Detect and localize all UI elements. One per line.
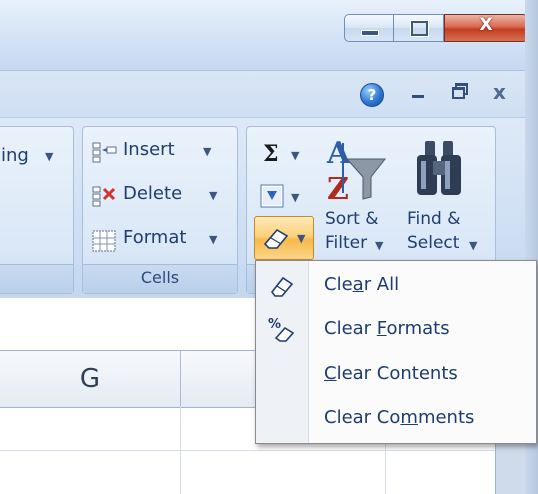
insert-button[interactable]: Insert ▼ [91,139,231,169]
maximize-icon [411,21,428,36]
dropdown-arrow-icon: ▼ [469,239,478,252]
row-gridline [0,450,495,451]
workbook-minimize-icon[interactable] [412,95,424,98]
menu-item-label: Clear Comments [324,407,475,428]
find-select-button[interactable]: Find & Select ▼ [399,133,489,261]
close-button[interactable]: X [444,14,528,42]
sort-filter-button[interactable]: A Z Sort & Filter ▼ [319,133,395,261]
menu-item-label: Clear All [324,274,400,295]
column-divider [180,351,181,407]
menu-item-label: Clear Contents [324,363,458,384]
close-icon: X [479,15,493,35]
dropdown-arrow-icon: ▼ [45,150,54,163]
svg-text:Z: Z [327,172,349,205]
workbook-restore-icon[interactable] [452,83,468,99]
autosum-button[interactable]: Σ ▼ [255,139,309,173]
menu-item-clear-all[interactable]: Clear All [256,263,536,307]
sort-filter-icon: A Z [326,136,387,205]
sum-icon: Σ [263,141,279,167]
column-header-g[interactable]: G [0,351,180,407]
sort-filter-label-line1: Sort & [325,209,379,229]
cell-styles-button[interactable]: ing ▼ [1,145,71,175]
fill-button[interactable]: ▼ [255,179,309,213]
minimize-button[interactable] [344,14,394,42]
insert-label: Insert [123,139,175,160]
binoculars-icon [417,141,461,195]
fill-down-icon [260,184,284,208]
delete-label: Delete [123,183,183,204]
format-label: Format [123,227,187,248]
dropdown-arrow-icon: ▼ [291,191,300,204]
workbook-close-icon[interactable]: x [493,80,506,104]
clear-dropdown-menu: Clear All % Clear Formats Clear Contents… [255,260,537,444]
svg-text:A: A [326,136,351,171]
format-cells-icon [92,230,116,252]
delete-cells-icon [92,186,116,207]
menu-item-label: Clear Formats [324,318,450,339]
cell-styles-label: ing [1,145,29,166]
insert-cells-icon [92,142,117,163]
dropdown-arrow-icon: ▼ [203,145,212,158]
window-titlebar: X [0,0,538,71]
maximize-button[interactable] [394,14,444,42]
dropdown-arrow-icon: ▼ [297,232,306,245]
column-gridline [180,406,181,494]
styles-group: ing ▼ [0,126,74,294]
sort-filter-label-line2: Filter [325,233,368,253]
minimize-icon [361,30,379,36]
menu-item-clear-formats[interactable]: % Clear Formats [256,307,536,351]
clear-formats-icon: % [268,317,295,342]
cells-group-label: Cells [83,264,237,293]
menu-item-clear-comments[interactable]: Clear Comments [256,396,536,440]
find-select-label-line1: Find & [407,209,461,229]
eraser-icon [270,276,294,297]
workbook-controls: ? x [0,71,538,117]
dropdown-arrow-icon: ▼ [375,239,384,252]
dropdown-arrow-icon: ▼ [209,233,218,246]
styles-group-footer [0,264,73,293]
delete-button[interactable]: Delete ▼ [91,183,231,213]
clear-button[interactable]: ▼ [254,216,314,260]
menu-item-clear-contents[interactable]: Clear Contents [256,352,536,396]
cells-group: Insert ▼ Delete ▼ Format ▼ Cells [82,126,238,294]
svg-text:%: % [268,317,281,332]
eraser-icon [263,228,289,249]
help-icon[interactable]: ? [360,83,384,107]
dropdown-arrow-icon: ▼ [291,149,300,162]
find-select-label-line2: Select [407,233,460,253]
dropdown-arrow-icon: ▼ [209,189,218,202]
format-button[interactable]: Format ▼ [91,227,231,257]
